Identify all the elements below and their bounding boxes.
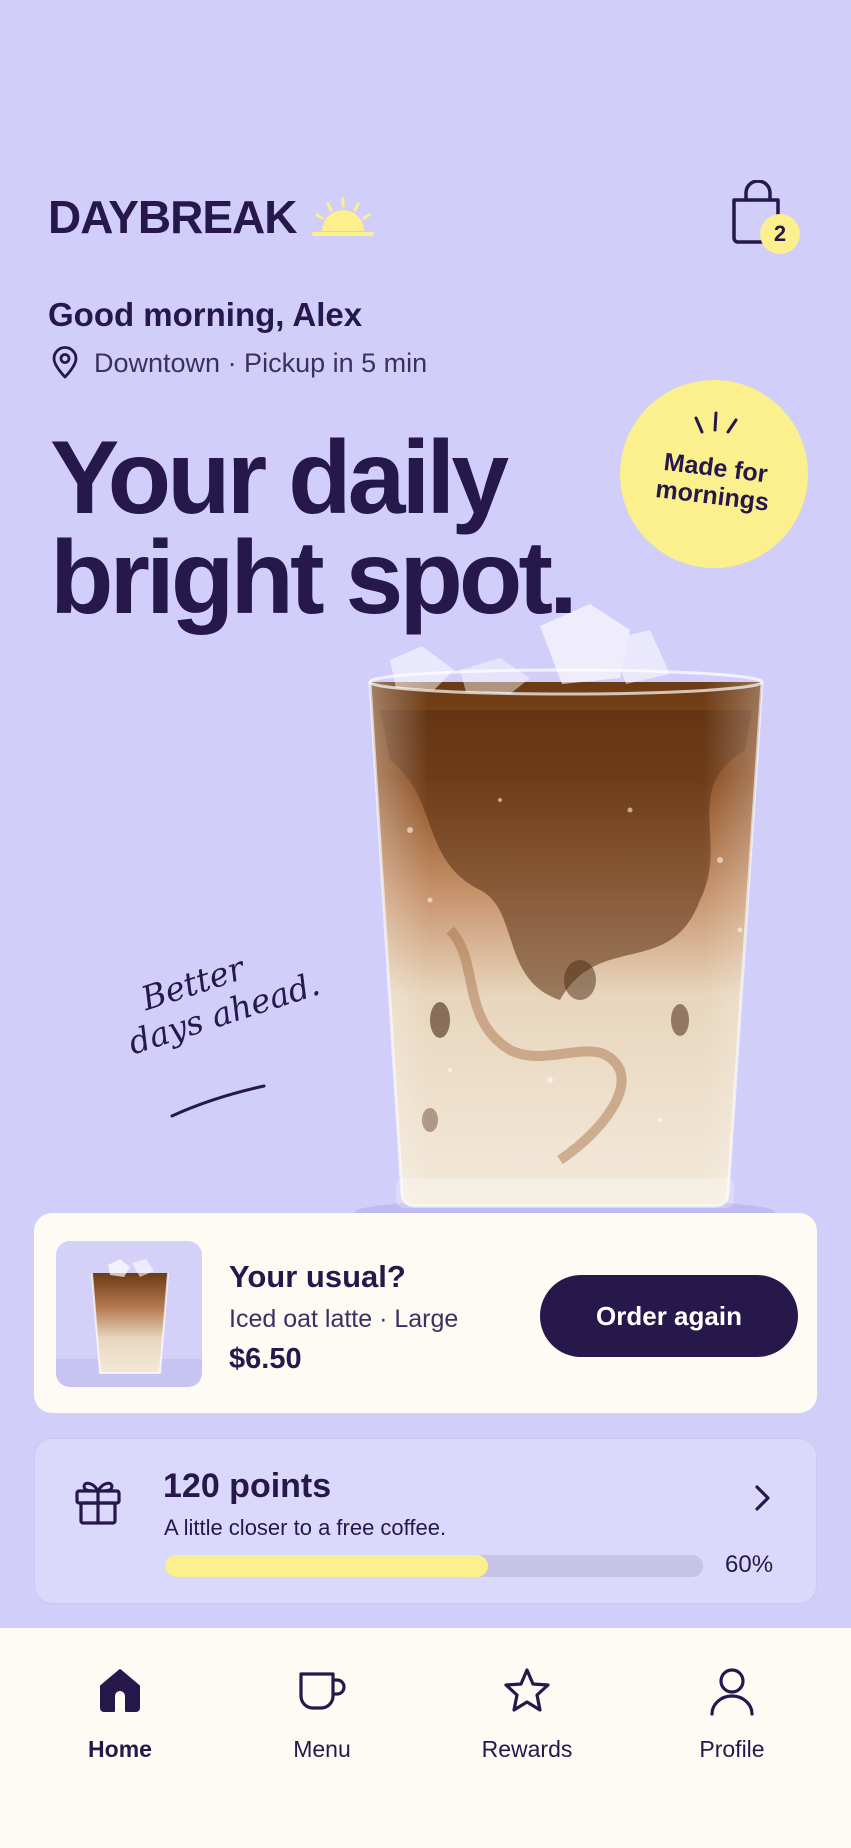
points-subtitle: A little closer to a free coffee. <box>164 1515 447 1540</box>
nav-label-menu: Menu <box>293 1736 351 1762</box>
home-icon <box>100 1669 140 1712</box>
hero-headline: Your daily bright spot. <box>50 420 578 630</box>
nav-item-profile[interactable]: Profile <box>662 1666 802 1766</box>
points-progress-fill <box>165 1555 488 1577</box>
user-icon <box>710 1668 754 1716</box>
badge-text: Made for mornings <box>617 443 810 521</box>
greeting-text: Good morning, Alex <box>48 296 363 333</box>
nav-item-menu[interactable]: Menu <box>252 1666 392 1766</box>
cart-button[interactable]: 2 <box>728 180 804 258</box>
points-balance: 120 points <box>163 1467 332 1505</box>
points-progress-percent: 60% <box>725 1551 774 1578</box>
home-screen: DAYBREAK 2 Good morning, Alex Downtown ·… <box>0 0 851 1848</box>
usual-order-description: Iced oat latte · Large <box>229 1305 459 1333</box>
nav-label-profile: Profile <box>699 1736 765 1762</box>
brand-name: DAYBREAK <box>48 191 297 243</box>
bottom-navigation: Home Menu Rewards Profile <box>0 1628 851 1848</box>
order-again-button[interactable]: Order again <box>540 1275 798 1357</box>
headline-line-1: Your daily <box>50 420 509 536</box>
cup-icon <box>299 1672 346 1710</box>
nav-item-home[interactable]: Home <box>50 1666 190 1766</box>
made-for-mornings-badge: Made for mornings <box>620 380 808 568</box>
iced-latte-image <box>355 604 775 1226</box>
star-icon <box>504 1668 550 1712</box>
usual-order-title: Your usual? <box>229 1259 406 1294</box>
tagline-underline <box>170 1084 266 1118</box>
brand-logo: DAYBREAK <box>48 190 376 244</box>
chevron-right-icon <box>755 1485 770 1511</box>
handwritten-tagline: Better days ahead. <box>112 929 324 1062</box>
usual-order-thumbnail <box>56 1241 202 1387</box>
points-progress-bar <box>165 1555 703 1577</box>
nav-label-rewards: Rewards <box>481 1736 573 1762</box>
nav-item-rewards[interactable]: Rewards <box>457 1666 597 1766</box>
gift-icon <box>75 1481 121 1525</box>
usual-order-card: Your usual? Iced oat latte · Large $6.50… <box>34 1213 817 1413</box>
rewards-points-card[interactable]: 120 points A little closer to a free cof… <box>34 1438 817 1604</box>
nav-label-home: Home <box>88 1736 152 1762</box>
usual-order-price: $6.50 <box>229 1343 302 1375</box>
location-pin-icon <box>52 346 78 379</box>
sun-icon <box>312 197 375 236</box>
iced-latte-thumbnail-image <box>56 1259 202 1387</box>
location-text: Downtown · Pickup in 5 min <box>94 347 428 378</box>
pickup-location[interactable]: Downtown · Pickup in 5 min <box>50 346 427 380</box>
sparkle-lines-icon <box>694 411 738 434</box>
cart-count-badge: 2 <box>760 214 800 254</box>
